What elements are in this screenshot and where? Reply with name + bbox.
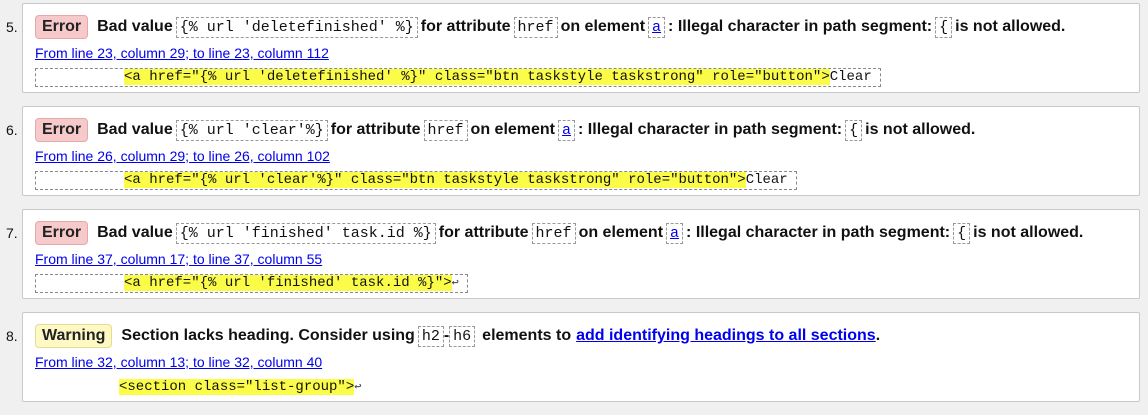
message-label: is not allowed. bbox=[955, 18, 1066, 35]
code-extract: <a href="{% url 'finished' task.id %}">↩ bbox=[35, 274, 468, 293]
illegal-char-code: { bbox=[935, 16, 953, 38]
element-link[interactable]: a bbox=[562, 122, 571, 139]
h2-code: h2 bbox=[417, 325, 444, 347]
attribute-name-code: href bbox=[423, 119, 468, 141]
h6-code: h6 bbox=[449, 325, 476, 347]
extract-highlight: <a href="{% url 'clear'%}" class="btn ta… bbox=[124, 172, 746, 188]
attribute-value-code: {% url 'clear'%} bbox=[175, 119, 328, 141]
extract-highlight: <a href="{% url 'deletefinished' %}" cla… bbox=[124, 69, 830, 85]
attribute-value-code: {% url 'deletefinished' %} bbox=[175, 16, 418, 38]
message-label: Bad value bbox=[97, 18, 173, 35]
message-label: for attribute bbox=[438, 224, 529, 241]
message-label: on element bbox=[470, 121, 556, 138]
message-text: Error Bad value {% url 'deletefinished' … bbox=[35, 14, 1129, 40]
message-text: Warning Section lacks heading. Consider … bbox=[35, 323, 1129, 349]
error-badge: Error bbox=[35, 15, 89, 39]
illegal-char-code: { bbox=[845, 119, 863, 141]
illegal-char-code: { bbox=[953, 222, 971, 244]
location-link[interactable]: From line 23, column 29; to line 23, col… bbox=[35, 45, 329, 61]
element-code: a bbox=[558, 119, 576, 141]
code-extract: <a href="{% url 'clear'%}" class="btn ta… bbox=[35, 171, 797, 190]
message-label: : Illegal character in path segment: bbox=[686, 224, 951, 241]
error-badge: Error bbox=[35, 221, 89, 245]
message-item: 7. Error Bad value {% url 'finished' tas… bbox=[0, 206, 1148, 301]
message-card: Error Bad value {% url 'clear'%} for att… bbox=[22, 106, 1140, 196]
location-link[interactable]: From line 32, column 13; to line 32, col… bbox=[35, 354, 322, 370]
warning-badge: Warning bbox=[35, 324, 113, 348]
headings-help-link[interactable]: add identifying headings to all sections bbox=[576, 327, 876, 345]
location-link[interactable]: From line 37, column 17; to line 37, col… bbox=[35, 251, 322, 267]
element-link[interactable]: a bbox=[652, 19, 661, 36]
extract-tail: Clear bbox=[829, 69, 872, 85]
location-link[interactable]: From line 26, column 29; to line 26, col… bbox=[35, 148, 330, 164]
code-extract: <a href="{% url 'deletefinished' %}" cla… bbox=[35, 68, 881, 87]
message-text: Error Bad value {% url 'finished' task.i… bbox=[35, 220, 1129, 246]
message-label: is not allowed. bbox=[973, 224, 1084, 241]
extract-highlight: <section class="list-group"> bbox=[119, 379, 355, 395]
attribute-name-code: href bbox=[531, 222, 576, 244]
element-code: a bbox=[648, 16, 666, 38]
message-label: on element bbox=[560, 18, 646, 35]
message-label: . bbox=[875, 327, 881, 344]
message-card: Error Bad value {% url 'finished' task.i… bbox=[22, 209, 1140, 299]
message-label: on element bbox=[578, 224, 664, 241]
message-number: 5. bbox=[6, 19, 18, 35]
validation-message-list: 5. Error Bad value {% url 'deletefinishe… bbox=[0, 0, 1148, 415]
message-number: 7. bbox=[6, 225, 18, 241]
message-text: Error Bad value {% url 'clear'%} for att… bbox=[35, 117, 1129, 143]
message-label: Bad value bbox=[97, 224, 173, 241]
message-label: elements to bbox=[482, 327, 572, 344]
extract-tail: Clear bbox=[745, 172, 788, 188]
attribute-value-code: {% url 'finished' task.id %} bbox=[175, 222, 436, 244]
message-item: 6. Error Bad value {% url 'clear'%} for … bbox=[0, 103, 1148, 198]
message-label: is not allowed. bbox=[865, 121, 976, 138]
message-card: Warning Section lacks heading. Consider … bbox=[22, 312, 1140, 402]
message-label: : Illegal character in path segment: bbox=[668, 18, 933, 35]
line-return-icon: ↩ bbox=[354, 380, 362, 394]
attribute-name-code: href bbox=[513, 16, 558, 38]
message-number: 8. bbox=[6, 328, 18, 344]
element-code: a bbox=[666, 222, 684, 244]
message-label: Bad value bbox=[97, 121, 173, 138]
message-card: Error Bad value {% url 'deletefinished' … bbox=[22, 3, 1140, 93]
error-badge: Error bbox=[35, 118, 89, 142]
code-extract: <section class="list-group">↩ bbox=[35, 379, 369, 398]
message-label: for attribute bbox=[330, 121, 421, 138]
message-label: for attribute bbox=[420, 18, 511, 35]
message-item: 8. Warning Section lacks heading. Consid… bbox=[0, 309, 1148, 404]
extract-highlight: <a href="{% url 'finished' task.id %}"> bbox=[124, 275, 452, 291]
line-return-icon: ↩ bbox=[451, 276, 459, 290]
message-label: Section lacks heading. Consider using bbox=[121, 327, 415, 344]
message-number: 6. bbox=[6, 122, 18, 138]
message-label: : Illegal character in path segment: bbox=[578, 121, 843, 138]
element-link[interactable]: a bbox=[670, 225, 679, 242]
message-item: 5. Error Bad value {% url 'deletefinishe… bbox=[0, 0, 1148, 95]
